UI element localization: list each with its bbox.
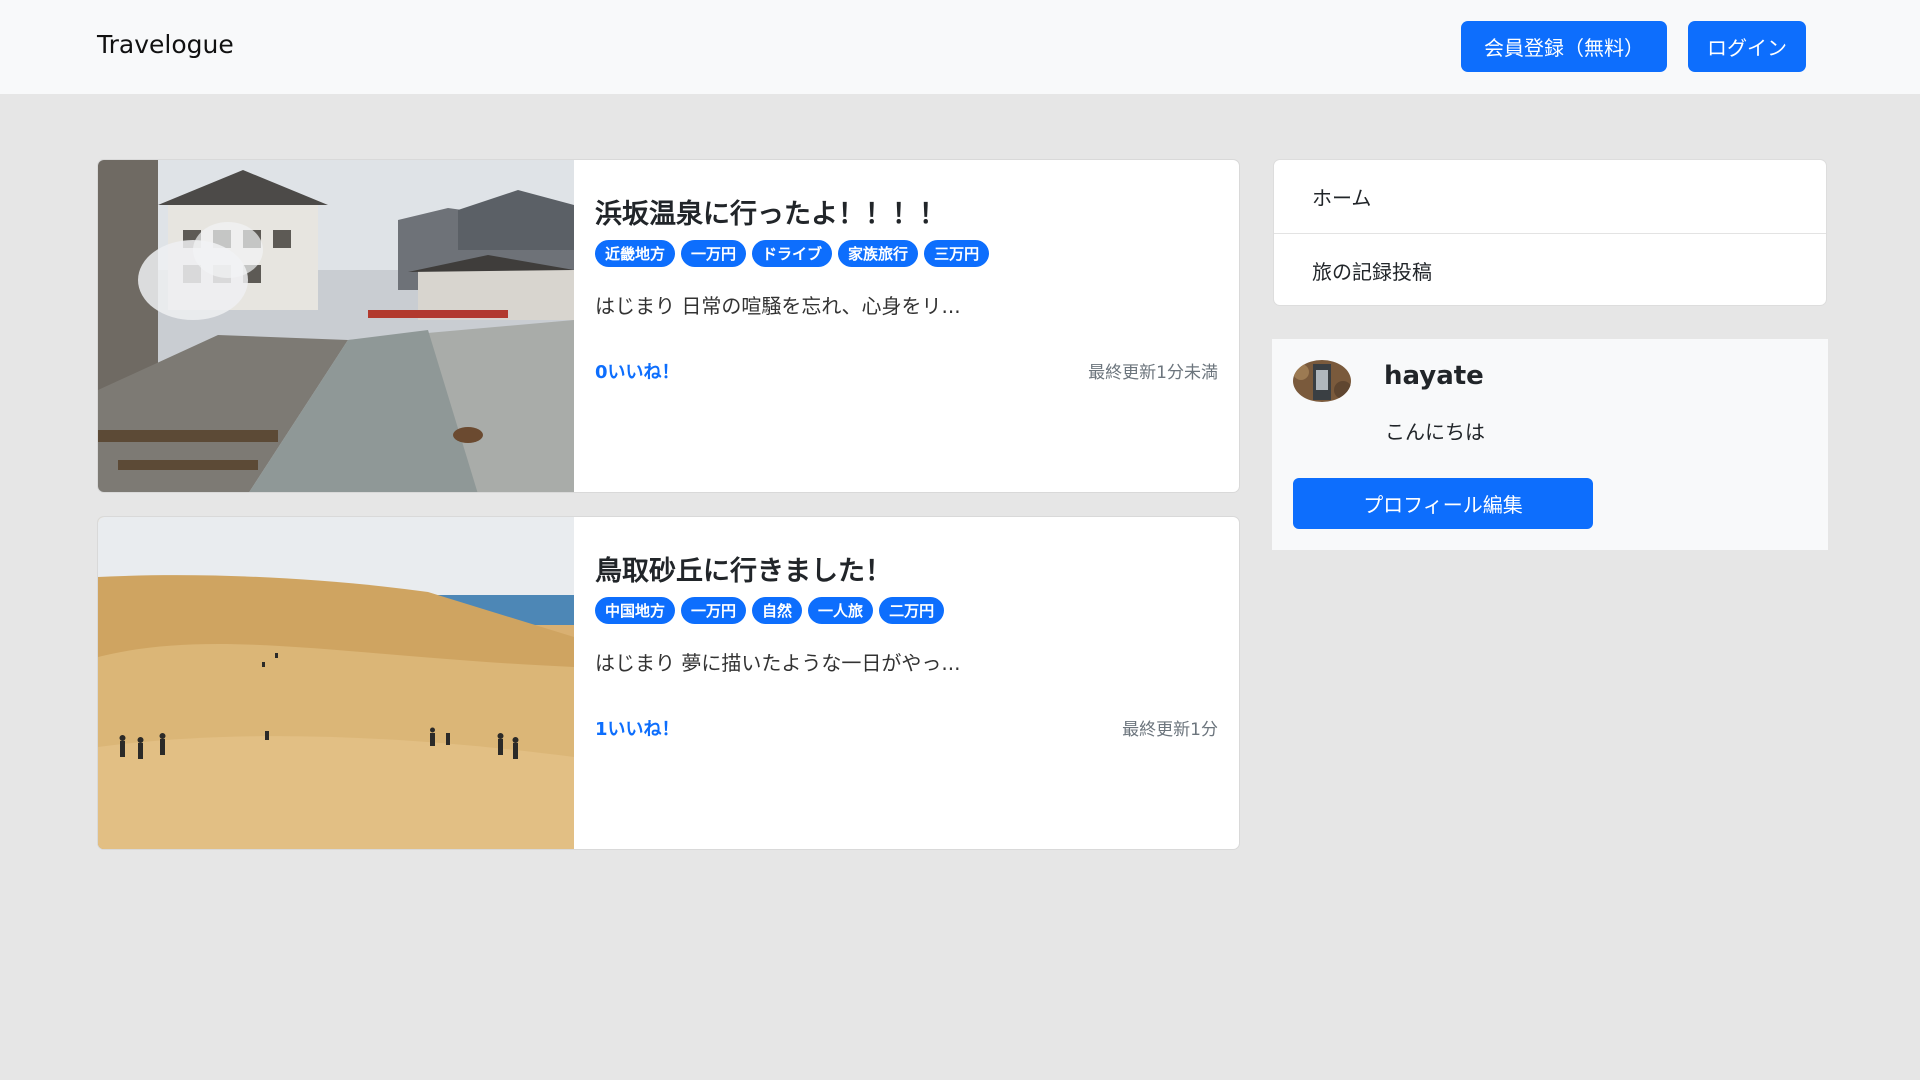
like-count-link[interactable]: 0いいね！ (595, 358, 680, 384)
post-excerpt: はじまり 日常の喧騒を忘れ、心身をリ... (595, 294, 961, 318)
tag-badge[interactable]: 自然 (752, 597, 803, 624)
post-excerpt: はじまり 夢に描いたような一日がやっ... (595, 651, 961, 675)
post-thumbnail-sand-dunes[interactable] (98, 517, 574, 849)
post-tag-list: 中国地方 一万円 自然 一人旅 二万円 (595, 597, 945, 624)
signup-button[interactable]: 会員登録（無料） (1461, 21, 1667, 72)
last-updated-text: 最終更新1分 (1122, 720, 1218, 740)
post-card[interactable]: 鳥取砂丘に行きました！ 中国地方 一万円 自然 一人旅 二万円 はじまり 夢に描… (97, 516, 1240, 850)
avatar[interactable] (1293, 360, 1351, 402)
profile-bio: こんにちは (1385, 420, 1485, 444)
tag-badge[interactable]: ドライブ (752, 240, 833, 267)
brand-logo-link[interactable]: Travelogue (97, 30, 234, 59)
like-count-link[interactable]: 1いいね！ (595, 715, 680, 741)
tag-badge[interactable]: 家族旅行 (838, 240, 919, 267)
tag-badge[interactable]: 一万円 (681, 597, 747, 624)
tag-badge[interactable]: 一人旅 (808, 597, 874, 624)
post-thumbnail-hot-spring[interactable] (98, 160, 574, 492)
tag-badge[interactable]: 一万円 (681, 240, 747, 267)
top-navbar: Travelogue 会員登録（無料） ログイン (0, 0, 1920, 94)
tag-badge[interactable]: 二万円 (879, 597, 945, 624)
edit-profile-button[interactable]: プロフィール編集 (1293, 478, 1593, 529)
post-title[interactable]: 鳥取砂丘に行きました！ (595, 549, 892, 588)
tag-badge[interactable]: 中国地方 (595, 597, 676, 624)
profile-username: hayate (1384, 361, 1484, 391)
tag-badge[interactable]: 近畿地方 (595, 240, 676, 267)
login-button[interactable]: ログイン (1688, 21, 1806, 72)
sidebar-menu: ホーム 旅の記録投稿 (1273, 159, 1827, 306)
post-tag-list: 近畿地方 一万円 ドライブ 家族旅行 三万円 (595, 240, 990, 267)
sidebar-item-home[interactable]: ホーム (1274, 160, 1826, 233)
post-title[interactable]: 浜坂温泉に行ったよ！！！！ (595, 192, 946, 231)
tag-badge[interactable]: 三万円 (924, 240, 990, 267)
profile-panel: hayate こんにちは プロフィール編集 (1272, 339, 1828, 550)
post-card[interactable]: 浜坂温泉に行ったよ！！！！ 近畿地方 一万円 ドライブ 家族旅行 三万円 はじま… (97, 159, 1240, 493)
last-updated-text: 最終更新1分未満 (1088, 363, 1218, 383)
sidebar-item-new-post[interactable]: 旅の記録投稿 (1274, 233, 1826, 305)
